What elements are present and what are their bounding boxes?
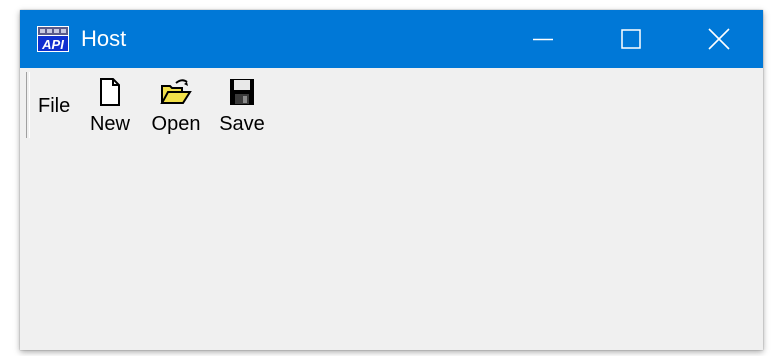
open-label: Open [151,113,201,135]
maximize-icon [621,29,641,49]
save-button[interactable]: Save [216,76,268,136]
maximize-button[interactable] [586,10,676,68]
save-label: Save [219,113,265,135]
svg-text:API: API [41,37,64,52]
toolbar-grip[interactable] [26,72,30,138]
close-button[interactable] [674,10,764,68]
open-folder-icon [160,79,192,104]
minimize-icon [533,38,553,41]
new-document-icon [100,78,120,106]
host-window: API Host File New Open Save [20,10,763,350]
new-button[interactable]: New [87,76,133,136]
api-app-icon: API [37,26,69,52]
minimize-button[interactable] [498,10,588,68]
save-disk-icon [230,79,254,105]
title-bar[interactable]: API Host [20,10,763,68]
new-label: New [89,113,130,135]
toolbar: File New Open Save [20,68,763,148]
menu-file[interactable]: File [38,94,70,118]
close-icon [708,28,730,50]
open-button[interactable]: Open [148,76,204,136]
window-title: Host [81,26,127,51]
